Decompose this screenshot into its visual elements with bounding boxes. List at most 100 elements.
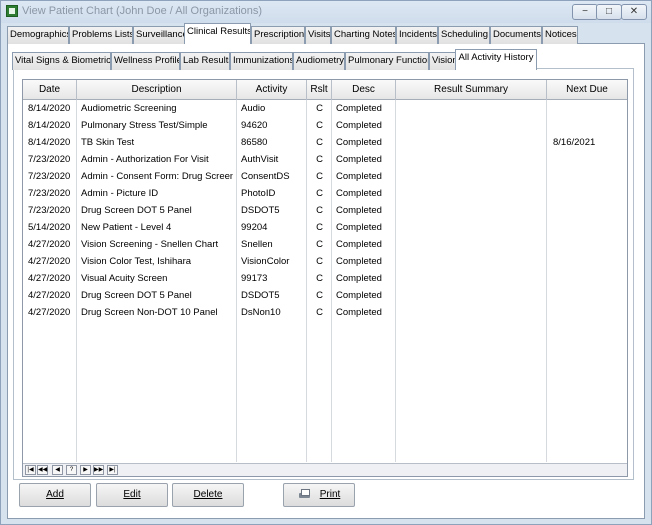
subtab-immunizations[interactable]: Immunizations: [230, 52, 293, 70]
cell-next-due: [553, 304, 625, 321]
cell-description: Drug Screen Non-DOT 10 Panel: [81, 307, 218, 318]
cell-desc: Completed: [336, 154, 382, 165]
table-row[interactable]: 4/27/2020 Vision Screening - Snellen Char…: [23, 236, 627, 253]
activity-grid: Date Description Activity Rslt Desc Resu…: [22, 79, 628, 477]
table-row[interactable]: 4/27/2020 Visual Acuity Screen 99173 C Compl…: [23, 270, 627, 287]
cell-next-due: [553, 236, 625, 253]
column-header-rslt[interactable]: Rslt: [307, 80, 332, 100]
printer-icon: [298, 488, 311, 500]
last-record-icon[interactable]: ▶|: [107, 465, 118, 475]
add-button[interactable]: Add: [19, 483, 91, 507]
maximize-button[interactable]: □: [596, 4, 622, 20]
subtab-pulmonary-function[interactable]: Pulmonary Function: [345, 52, 429, 70]
grid-navigator: |◀ ◀◀ ◀ ? ▶ ▶▶ ▶|: [23, 463, 627, 476]
subtab-vital-signs[interactable]: Vital Signs & Biometrics: [12, 52, 111, 70]
cell-desc: Completed: [336, 137, 382, 148]
table-row[interactable]: 7/23/2020 Drug Screen DOT 5 Panel DSDOT5 C C…: [23, 202, 627, 219]
cell-description: Vision Screening - Snellen Chart: [81, 239, 219, 250]
table-row[interactable]: 8/14/2020 TB Skin Test 86580 C Completed 8/16…: [23, 134, 627, 151]
tab-problems-lists[interactable]: Problems Lists: [69, 26, 133, 44]
cell-desc: Completed: [336, 273, 382, 284]
column-header-result-summary[interactable]: Result Summary: [396, 80, 547, 100]
cell-next-due: 8/16/2021: [553, 137, 596, 148]
tab-scheduling[interactable]: Scheduling: [438, 26, 490, 44]
cell-next-due: [553, 168, 625, 185]
subtab-wellness-profile[interactable]: Wellness Profile: [111, 52, 180, 70]
next-record-icon[interactable]: ▶: [80, 465, 91, 475]
tab-charting-notes[interactable]: Charting Notes: [331, 26, 396, 44]
cell-date: 7/23/2020: [28, 171, 71, 182]
cell-desc: Completed: [336, 205, 382, 216]
subtab-audiometry[interactable]: Audiometry: [293, 52, 345, 70]
column-header-date[interactable]: Date: [23, 80, 77, 100]
table-row[interactable]: 7/23/2020 Admin - Authorization For Visit…: [23, 151, 627, 168]
patient-chart-window: View Patient Chart (John Doe / All Organ…: [0, 0, 652, 525]
table-row[interactable]: 8/14/2020 Pulmonary Stress Test/Simple 946…: [23, 117, 627, 134]
table-row[interactable]: 7/23/2020 Admin - Picture ID PhotoID C Compl…: [23, 185, 627, 202]
table-row[interactable]: 4/27/2020 Vision Color Test, Ishihara Visi…: [23, 253, 627, 270]
cell-activity: Snellen: [241, 239, 273, 250]
cell-rslt: C: [316, 205, 323, 216]
cell-description: Admin - Picture ID: [81, 188, 159, 199]
cell-description: Visual Acuity Screen: [81, 273, 168, 284]
subtab-all-activity-history[interactable]: All Activity History: [455, 49, 537, 70]
tab-surveillance[interactable]: Surveillance: [133, 26, 186, 44]
cell-rslt: C: [316, 256, 323, 267]
subtab-lab-results[interactable]: Lab Results: [180, 52, 230, 70]
table-row[interactable]: 4/27/2020 Drug Screen Non-DOT 10 Panel DsN…: [23, 304, 627, 321]
cell-activity: Audio: [241, 103, 266, 114]
cell-description: Drug Screen DOT 5 Panel: [81, 290, 192, 301]
table-row[interactable]: 7/23/2020 Admin - Consent Form: Drug Scre…: [23, 168, 627, 185]
minimize-button[interactable]: −: [572, 4, 598, 20]
window-title: View Patient Chart (John Doe / All Organ…: [22, 5, 263, 17]
cell-result-summary: [400, 151, 542, 168]
cell-desc: Completed: [336, 188, 382, 199]
next-page-icon[interactable]: ▶▶: [93, 465, 104, 475]
column-header-next-due[interactable]: Next Due: [547, 80, 627, 100]
tab-prescriptions[interactable]: Prescriptions: [251, 26, 305, 44]
cell-activity: 99204: [241, 222, 268, 233]
edit-button[interactable]: Edit: [96, 483, 168, 507]
cell-next-due: [553, 202, 625, 219]
app-icon: [6, 5, 18, 17]
cell-result-summary: [400, 185, 542, 202]
cell-date: 4/27/2020: [28, 256, 71, 267]
column-header-activity[interactable]: Activity: [237, 80, 307, 100]
tab-documents[interactable]: Documents: [490, 26, 542, 44]
prev-page-icon[interactable]: ◀◀: [37, 465, 48, 475]
cell-date: 8/14/2020: [28, 137, 71, 148]
cell-rslt: C: [316, 188, 323, 199]
tab-incidents[interactable]: Incidents: [396, 26, 438, 44]
cell-next-due: [553, 219, 625, 236]
subtab-vision[interactable]: Vision: [429, 52, 457, 70]
cell-result-summary: [400, 100, 542, 117]
help-icon[interactable]: ?: [66, 465, 77, 475]
first-record-icon[interactable]: |◀: [25, 465, 36, 475]
cell-desc: Completed: [336, 171, 382, 182]
cell-result-summary: [400, 219, 542, 236]
cell-activity: AuthVisit: [241, 154, 279, 165]
column-header-desc[interactable]: Desc: [332, 80, 396, 100]
prev-record-icon[interactable]: ◀: [52, 465, 63, 475]
tab-notices[interactable]: Notices: [542, 26, 578, 44]
cell-rslt: C: [316, 171, 323, 182]
table-row[interactable]: 5/14/2020 New Patient - Level 4 99204 C Comp…: [23, 219, 627, 236]
print-button[interactable]: Print: [283, 483, 355, 507]
tab-visits[interactable]: Visits: [305, 26, 331, 44]
delete-button[interactable]: Delete: [172, 483, 244, 507]
cell-date: 7/23/2020: [28, 205, 71, 216]
cell-date: 8/14/2020: [28, 120, 71, 131]
cell-date: 5/14/2020: [28, 222, 71, 233]
cell-rslt: C: [316, 222, 323, 233]
edit-button-label: Edit: [123, 489, 141, 500]
table-row[interactable]: 8/14/2020 Audiometric Screening Audio C Comp…: [23, 100, 627, 117]
cell-activity: VisionColor: [241, 256, 290, 267]
title-bar: View Patient Chart (John Doe / All Organ…: [1, 1, 651, 23]
cell-activity: DSDOT5: [241, 205, 280, 216]
table-row[interactable]: 4/27/2020 Drug Screen DOT 5 Panel DSDOT5 C C…: [23, 287, 627, 304]
column-header-description[interactable]: Description: [77, 80, 237, 100]
close-button[interactable]: ✕: [621, 4, 647, 20]
cell-activity: 94620: [241, 120, 268, 131]
tab-clinical-results[interactable]: Clinical Results: [184, 23, 251, 44]
tab-demographics[interactable]: Demographics: [7, 26, 69, 44]
